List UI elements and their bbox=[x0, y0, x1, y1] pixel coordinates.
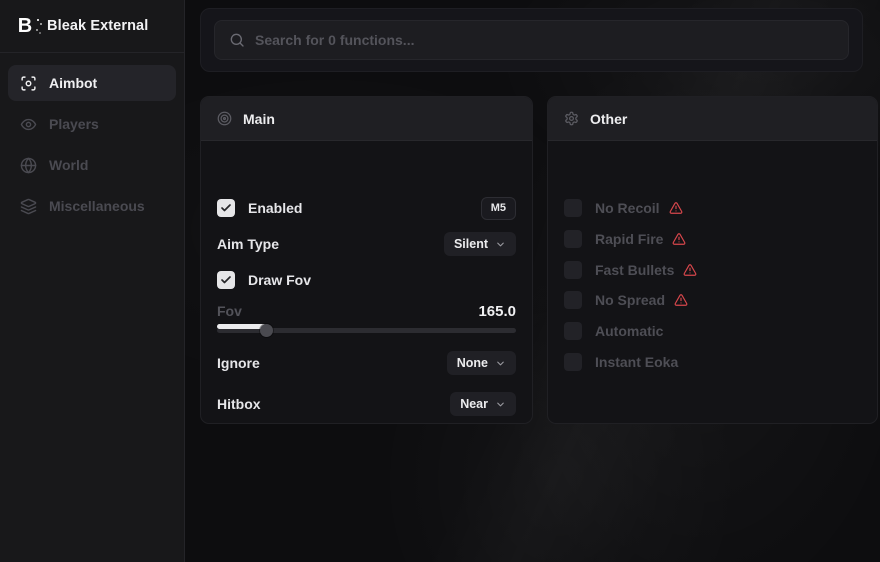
row-hitbox: Hitbox Near bbox=[217, 390, 516, 418]
sidebar-item-world[interactable]: World bbox=[8, 147, 176, 183]
search-bar-card bbox=[200, 8, 863, 72]
app-logo-icon: B bbox=[14, 15, 36, 37]
automatic-checkbox[interactable] bbox=[564, 322, 582, 340]
panel-other-header: Other bbox=[548, 97, 877, 141]
panel-title: Other bbox=[590, 111, 627, 127]
chevron-down-icon bbox=[495, 399, 506, 410]
panel-main-header: Main bbox=[201, 97, 532, 141]
check-icon bbox=[220, 274, 232, 286]
instant-eoka-label: Instant Eoka bbox=[595, 354, 678, 370]
row-fov: Fov 165.0 bbox=[217, 297, 516, 325]
hitbox-dropdown[interactable]: Near bbox=[450, 392, 516, 417]
fov-slider[interactable] bbox=[217, 324, 516, 337]
layers-icon bbox=[20, 198, 37, 215]
aim-type-value: Silent bbox=[454, 238, 488, 251]
panel-title: Main bbox=[243, 111, 275, 127]
rapid-fire-label: Rapid Fire bbox=[595, 231, 663, 247]
automatic-label: Automatic bbox=[595, 323, 663, 339]
warning-triangle-icon bbox=[683, 263, 697, 277]
slider-thumb[interactable] bbox=[260, 324, 273, 337]
instant-eoka-checkbox[interactable] bbox=[564, 353, 582, 371]
app-logo-row: B Bleak External bbox=[0, 0, 184, 53]
no-recoil-label: No Recoil bbox=[595, 200, 660, 216]
hitbox-value: Near bbox=[460, 398, 488, 411]
ignore-dropdown[interactable]: None bbox=[447, 351, 516, 376]
aim-type-dropdown[interactable]: Silent bbox=[444, 232, 516, 257]
target-icon bbox=[217, 111, 232, 126]
sidebar-item-label: Aimbot bbox=[49, 75, 97, 91]
gear-icon bbox=[564, 111, 579, 126]
sidebar-item-miscellaneous[interactable]: Miscellaneous bbox=[8, 188, 176, 224]
warning-triangle-icon bbox=[672, 232, 686, 246]
no-spread-label: No Spread bbox=[595, 292, 665, 308]
sidebar-item-label: Players bbox=[49, 116, 99, 132]
row-enabled: Enabled M5 bbox=[217, 194, 516, 222]
keybind-badge[interactable]: M5 bbox=[481, 197, 516, 220]
panel-other-body: No Recoil Rapid Fire Fast Bullets No Spr… bbox=[548, 141, 877, 424]
panel-other: Other No Recoil Rapid Fire Fast Bullets … bbox=[547, 96, 878, 424]
search-field[interactable] bbox=[255, 32, 834, 48]
warning-triangle-icon bbox=[674, 293, 688, 307]
hitbox-label: Hitbox bbox=[217, 396, 261, 412]
row-automatic: Automatic bbox=[564, 317, 861, 345]
row-draw-fov: Draw Fov bbox=[217, 266, 516, 294]
chevron-down-icon bbox=[495, 358, 506, 369]
sidebar-item-aimbot[interactable]: Aimbot bbox=[8, 65, 176, 101]
row-rapid-fire: Rapid Fire bbox=[564, 225, 861, 253]
row-aim-type: Aim Type Silent bbox=[217, 230, 516, 258]
chevron-down-icon bbox=[495, 239, 506, 250]
sidebar-item-label: World bbox=[49, 157, 88, 173]
fov-value: 165.0 bbox=[478, 303, 516, 320]
fast-bullets-label: Fast Bullets bbox=[595, 262, 674, 278]
warning-triangle-icon bbox=[669, 201, 683, 215]
panel-main: Main Enabled M5 Aim Type Silent bbox=[200, 96, 533, 424]
row-fast-bullets: Fast Bullets bbox=[564, 256, 861, 284]
search-icon bbox=[229, 32, 245, 48]
main-content: Main Enabled M5 Aim Type Silent bbox=[185, 0, 880, 562]
sidebar: B Bleak External Aimbot Players World Mi… bbox=[0, 0, 185, 562]
fast-bullets-checkbox[interactable] bbox=[564, 261, 582, 279]
draw-fov-label: Draw Fov bbox=[248, 272, 311, 288]
ignore-value: None bbox=[457, 357, 488, 370]
search-input[interactable] bbox=[214, 20, 849, 60]
fov-label: Fov bbox=[217, 303, 242, 319]
rapid-fire-checkbox[interactable] bbox=[564, 230, 582, 248]
ignore-label: Ignore bbox=[217, 355, 260, 371]
check-icon bbox=[220, 202, 232, 214]
row-instant-eoka: Instant Eoka bbox=[564, 348, 861, 376]
app-title: Bleak External bbox=[47, 18, 148, 34]
sidebar-item-label: Miscellaneous bbox=[49, 198, 145, 214]
focus-icon bbox=[20, 75, 37, 92]
draw-fov-checkbox[interactable] bbox=[217, 271, 235, 289]
sidebar-nav: Aimbot Players World Miscellaneous bbox=[0, 53, 184, 224]
sidebar-item-players[interactable]: Players bbox=[8, 106, 176, 142]
enabled-label: Enabled bbox=[248, 200, 302, 216]
slider-fill bbox=[217, 324, 266, 329]
panel-main-body: Enabled M5 Aim Type Silent Draw Fov F bbox=[201, 141, 532, 424]
no-recoil-checkbox[interactable] bbox=[564, 199, 582, 217]
globe-icon bbox=[20, 157, 37, 174]
eye-icon bbox=[20, 116, 37, 133]
row-ignore: Ignore None bbox=[217, 349, 516, 377]
no-spread-checkbox[interactable] bbox=[564, 291, 582, 309]
aim-type-label: Aim Type bbox=[217, 236, 279, 252]
enabled-checkbox[interactable] bbox=[217, 199, 235, 217]
row-no-spread: No Spread bbox=[564, 286, 861, 314]
row-no-recoil: No Recoil bbox=[564, 194, 861, 222]
